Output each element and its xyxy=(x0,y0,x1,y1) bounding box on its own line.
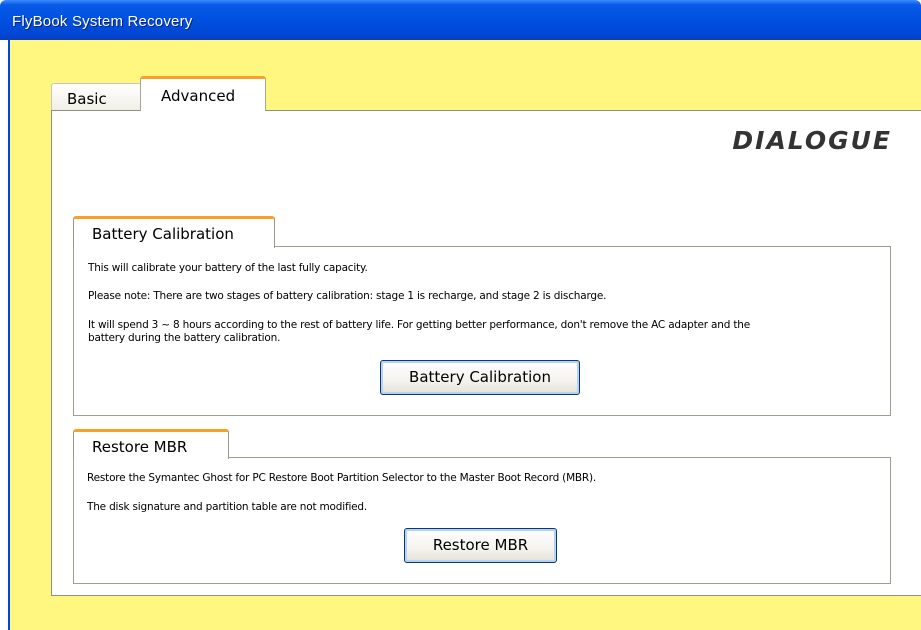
battery-description: This will calibrate your battery of the … xyxy=(88,262,368,274)
client-area: Basic Advanced DIALOGUE Battery Calibrat… xyxy=(8,40,921,630)
battery-duration-note: It will spend 3 ~ 8 hours according to t… xyxy=(88,319,750,331)
restore-mbr-group: Restore the Symantec Ghost for PC Restor… xyxy=(73,457,891,584)
battery-stages-note: Please note: There are two stages of bat… xyxy=(88,290,607,302)
battery-calibration-group-label: Battery Calibration xyxy=(73,216,275,248)
advanced-tab-panel: DIALOGUE Battery Calibration This will c… xyxy=(51,110,921,596)
battery-calibration-button[interactable]: Battery Calibration xyxy=(380,360,580,395)
window-title: FlyBook System Recovery xyxy=(12,13,193,30)
mbr-description: Restore the Symantec Ghost for PC Restor… xyxy=(87,472,597,484)
tab-basic[interactable]: Basic xyxy=(51,83,142,110)
mbr-note: The disk signature and partition table a… xyxy=(87,501,368,513)
restore-mbr-group-label: Restore MBR xyxy=(73,429,229,459)
tab-advanced[interactable]: Advanced xyxy=(140,76,266,111)
title-bar[interactable]: FlyBook System Recovery xyxy=(0,0,921,40)
app-window: FlyBook System Recovery Basic Advanced D… xyxy=(0,0,921,630)
dialogue-logo: DIALOGUE xyxy=(732,126,892,155)
battery-duration-note-continued: battery during the battery calibration. xyxy=(88,332,281,344)
battery-calibration-group: This will calibrate your battery of the … xyxy=(73,246,891,416)
restore-mbr-button[interactable]: Restore MBR xyxy=(404,528,557,563)
